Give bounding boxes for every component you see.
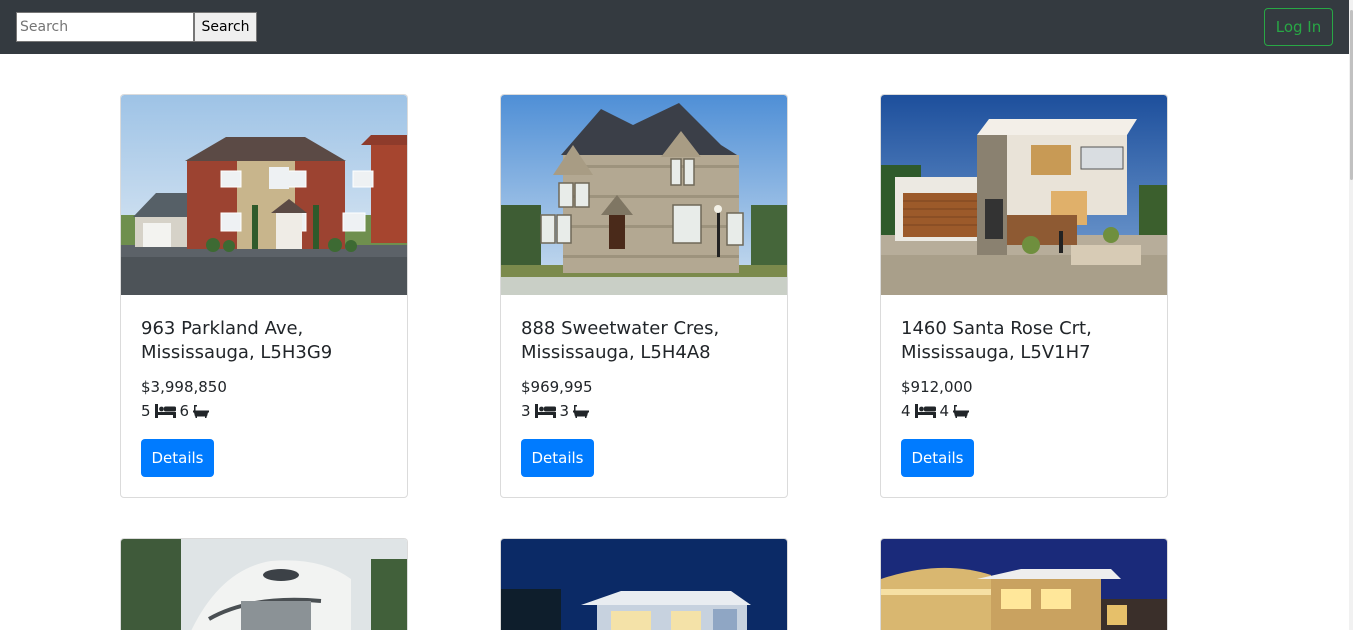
bed-icon — [154, 404, 176, 418]
bath-count: 6 — [179, 402, 190, 420]
listing-card-partial — [500, 538, 788, 630]
bed-count: 4 — [901, 402, 911, 420]
address-line-2: Mississauga, L5H4A8 — [521, 342, 711, 363]
listing-rooms: 3 3 — [521, 401, 590, 421]
bed-icon — [914, 404, 936, 418]
bath-icon — [953, 404, 970, 418]
listing-card: 1460 Santa Rose Crt, Mississauga, L5V1H7… — [880, 94, 1168, 498]
bed-count: 3 — [521, 402, 531, 420]
listing-address: 963 Parkland Ave, Mississauga, L5H3G9 — [141, 317, 397, 365]
bed-count: 5 — [141, 402, 151, 420]
bath-count: 3 — [559, 402, 570, 420]
listing-rooms: 5 6 — [141, 401, 210, 421]
listing-card: 888 Sweetwater Cres, Mississauga, L5H4A8… — [500, 94, 788, 498]
address-line-1: 888 Sweetwater Cres, — [521, 318, 720, 339]
listing-photo[interactable] — [881, 539, 1167, 630]
listing-card-partial — [120, 538, 408, 630]
bed-icon — [534, 404, 556, 418]
bath-count: 4 — [939, 402, 950, 420]
bath-icon — [193, 404, 210, 418]
address-line-1: 963 Parkland Ave, — [141, 318, 304, 339]
listing-photo[interactable] — [121, 95, 407, 295]
listing-address: 888 Sweetwater Cres, Mississauga, L5H4A8 — [521, 317, 777, 365]
listing-price: $969,995 — [521, 378, 593, 396]
login-button[interactable]: Log In — [1264, 8, 1333, 46]
listing-price: $912,000 — [901, 378, 973, 396]
details-button[interactable]: Details — [521, 439, 594, 477]
address-line-2: Mississauga, L5H3G9 — [141, 342, 333, 363]
listing-card: 963 Parkland Ave, Mississauga, L5H3G9 $3… — [120, 94, 408, 498]
listing-photo[interactable] — [881, 95, 1167, 295]
listing-photo[interactable] — [501, 539, 787, 630]
listing-rooms: 4 4 — [901, 401, 970, 421]
listing-card-partial — [880, 538, 1168, 630]
details-button[interactable]: Details — [901, 439, 974, 477]
bath-icon — [573, 404, 590, 418]
listing-photo[interactable] — [121, 539, 407, 630]
listing-address: 1460 Santa Rose Crt, Mississauga, L5V1H7 — [901, 317, 1157, 365]
address-line-2: Mississauga, L5V1H7 — [901, 342, 1091, 363]
details-button[interactable]: Details — [141, 439, 214, 477]
search-button[interactable]: Search — [194, 12, 257, 42]
top-navbar: Search Log In — [0, 0, 1349, 54]
search-input[interactable] — [16, 12, 194, 42]
listing-price: $3,998,850 — [141, 378, 227, 396]
address-line-1: 1460 Santa Rose Crt, — [901, 318, 1092, 339]
listing-photo[interactable] — [501, 95, 787, 295]
